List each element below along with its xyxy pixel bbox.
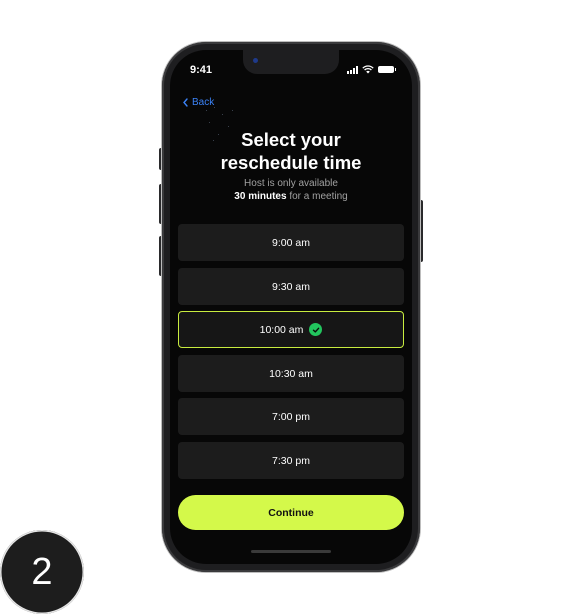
battery-icon xyxy=(378,66,396,73)
notch xyxy=(243,50,339,74)
subtitle: Host is only available 30 minutes for a … xyxy=(170,177,412,203)
phone-screen: 9:41 Back Select your reschedule time Ho… xyxy=(170,50,412,564)
subtitle-line-1: Host is only available xyxy=(244,178,338,189)
title-line-2: reschedule time xyxy=(220,152,362,173)
time-slot[interactable]: 10:30 am xyxy=(178,355,404,392)
time-slot-selected[interactable]: 10:00 am xyxy=(178,311,404,348)
time-slot-label: 7:30 pm xyxy=(272,454,310,467)
chevron-left-icon xyxy=(183,98,188,107)
time-slot-label: 10:00 am xyxy=(259,323,304,336)
time-slot-label: 7:00 pm xyxy=(272,410,310,423)
subtitle-rest: for a meeting xyxy=(286,191,348,202)
time-slot[interactable]: 7:00 pm xyxy=(178,398,404,435)
time-slot[interactable]: 7:30 pm xyxy=(178,442,404,479)
continue-button[interactable]: Continue xyxy=(178,495,404,530)
time-slot[interactable]: 9:00 am xyxy=(178,224,404,261)
signal-icon xyxy=(347,65,358,74)
check-circle-icon xyxy=(309,323,323,336)
subtitle-duration: 30 minutes xyxy=(234,191,287,202)
time-slot-label: 9:00 am xyxy=(272,236,310,249)
camera-icon xyxy=(253,58,258,63)
time-slot[interactable]: 9:30 am xyxy=(178,268,404,305)
page-title: Select your reschedule time xyxy=(170,128,412,174)
status-time: 9:41 xyxy=(190,64,213,76)
wifi-icon xyxy=(362,65,374,74)
subtitle-line-2: 30 minutes for a meeting xyxy=(170,190,412,203)
title-line-1: Select your xyxy=(241,129,341,150)
time-slot-label: 10:30 am xyxy=(269,367,313,380)
time-slot-label: 9:30 am xyxy=(272,280,310,293)
stage: 9:41 Back Select your reschedule time Ho… xyxy=(0,0,584,614)
step-number-badge: 2 xyxy=(0,530,84,614)
status-icons xyxy=(347,65,396,74)
home-indicator xyxy=(251,550,331,553)
